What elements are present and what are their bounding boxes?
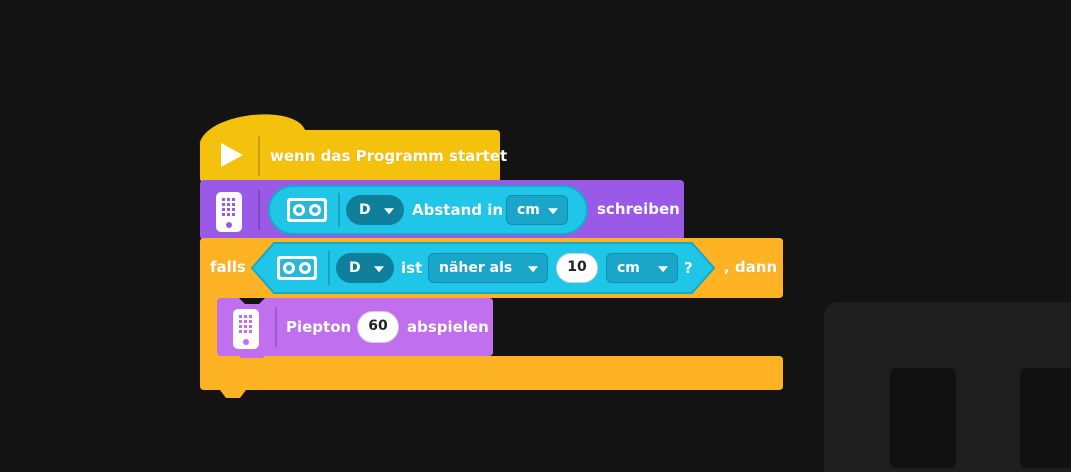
if-suffix: , dann [724, 258, 778, 276]
chevron-down-icon [374, 266, 384, 273]
note-value-input[interactable]: 60 [357, 311, 399, 343]
unit-value: cm [517, 202, 540, 218]
panel-tile [890, 368, 956, 468]
hub-display-icon [214, 190, 244, 234]
comparison-value: näher als [439, 260, 513, 276]
question-mark: ? [684, 259, 693, 277]
distance-sensor-icon [276, 255, 318, 281]
block-separator [338, 193, 340, 227]
chevron-down-icon [528, 266, 538, 273]
beep-block[interactable]: Piepton 60 abspielen [217, 298, 493, 358]
port-value: D [349, 260, 361, 276]
write-distance-block[interactable]: D Abstand in cm schreiben [200, 180, 684, 240]
unit-dropdown[interactable]: cm [506, 195, 568, 225]
chevron-down-icon [658, 266, 668, 273]
write-suffix: schreiben [597, 200, 680, 218]
is-label: ist [401, 259, 423, 277]
distance-condition[interactable]: D ist näher als 10 cm ? [250, 242, 716, 294]
chevron-down-icon [548, 208, 558, 215]
panel-tile [1020, 368, 1071, 468]
port-value: D [359, 202, 371, 218]
block-separator [258, 190, 260, 230]
if-prefix: falls [210, 258, 246, 276]
play-icon [220, 142, 244, 168]
distance-label: Abstand in [412, 201, 504, 219]
hub-sound-icon [231, 307, 261, 351]
unit-dropdown[interactable]: cm [606, 253, 678, 283]
port-dropdown[interactable]: D [336, 253, 394, 283]
chevron-down-icon [384, 208, 394, 215]
unit-value: cm [617, 260, 640, 276]
if-then-block[interactable]: falls D ist näher als 10 cm ? , dann Pie… [200, 238, 783, 400]
distance-reporter[interactable]: D Abstand in cm [268, 185, 588, 235]
beep-suffix: abspielen [407, 318, 489, 336]
when-program-starts-block[interactable]: wenn das Programm startet [200, 112, 507, 182]
block-separator [275, 307, 277, 347]
port-dropdown[interactable]: D [346, 195, 404, 225]
distance-value-input[interactable]: 10 [556, 253, 598, 283]
hat-label: wenn das Programm startet [270, 147, 508, 165]
block-separator [258, 136, 260, 176]
block-separator [328, 251, 330, 285]
distance-sensor-icon [286, 197, 328, 223]
beep-label: Piepton [286, 318, 352, 336]
comparison-dropdown[interactable]: näher als [428, 253, 548, 283]
